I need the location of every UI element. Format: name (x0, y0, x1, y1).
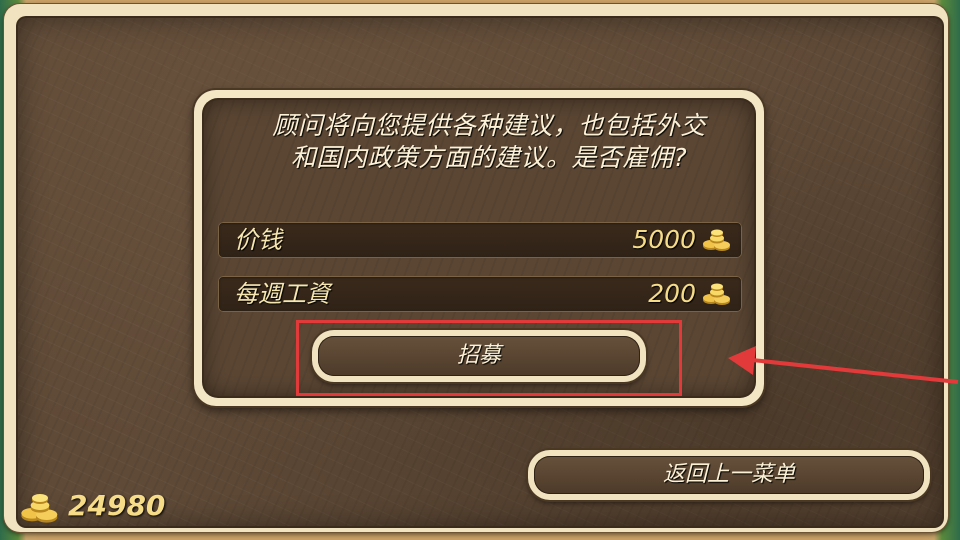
advisor-message: 顾问将向您提供各种建议，也包括外交 和国内政策方面的建议。是否雇佣? (222, 110, 756, 174)
highlight-annotation-box (296, 320, 682, 396)
price-row: 价钱 5000 (218, 222, 742, 258)
back-button-label: 返回上一菜单 (534, 456, 924, 494)
treasury-amount: 24980 (68, 489, 166, 522)
gold-coins-icon (703, 229, 730, 251)
price-value: 5000 (632, 225, 696, 254)
advisor-message-line-2: 和国内政策方面的建议。是否雇佣? (290, 143, 688, 172)
weekly-wage-row: 每週工資 200 (218, 276, 742, 312)
advisor-message-line-1: 顾问将向您提供各种建议，也包括外交 (272, 111, 706, 140)
gold-coins-icon (21, 494, 58, 523)
weekly-wage-label: 每週工資 (234, 280, 330, 308)
price-label: 价钱 (234, 226, 282, 254)
gold-coins-icon (703, 283, 730, 305)
weekly-wage-value: 200 (648, 279, 696, 308)
back-to-previous-menu-button[interactable]: 返回上一菜单 (528, 450, 930, 500)
